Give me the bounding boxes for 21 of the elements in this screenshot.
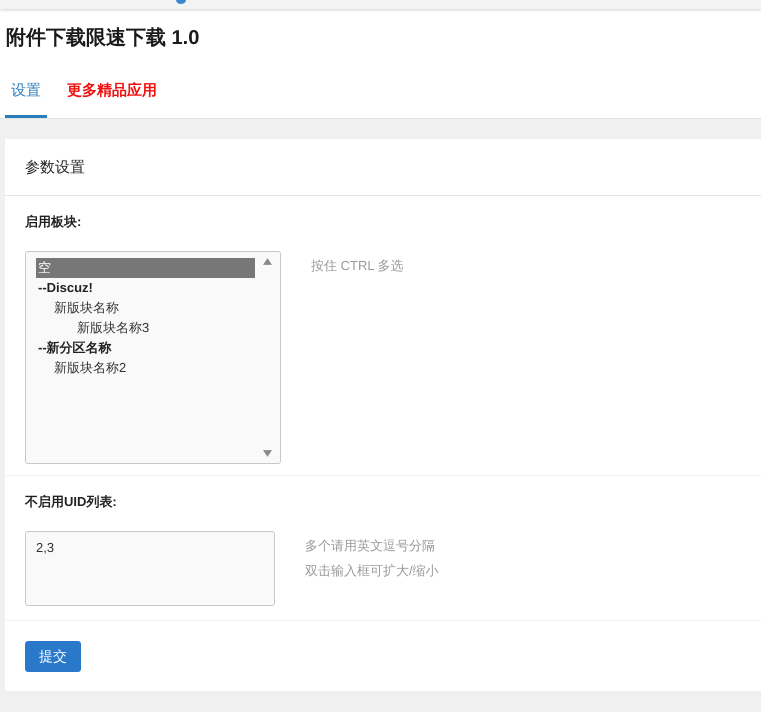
hint-text: 按住 CTRL 多选 xyxy=(311,257,404,275)
uid-textarea[interactable]: 2,3 xyxy=(25,531,275,606)
forum-select[interactable]: 空 --Discuz! 新版块名称 新版块名称3 --新分区名称 新版块名称2 xyxy=(25,251,281,464)
tab[interactable]: 更多精品应用 xyxy=(61,67,163,118)
hint-text: 多个请用英文逗号分隔 xyxy=(305,537,436,555)
field-label: 启用板块: xyxy=(25,213,82,231)
select-option[interactable]: --新分区名称 xyxy=(36,338,255,358)
select-option[interactable]: 新版块名称2 xyxy=(36,358,255,378)
select-option[interactable]: 新版块名称 xyxy=(36,298,255,318)
field-label: 不启用UID列表: xyxy=(25,493,117,511)
select-option[interactable]: 空 xyxy=(36,258,255,278)
select-option[interactable]: --Discuz! xyxy=(36,278,255,298)
hint-text: 双击输入框可扩大/缩小 xyxy=(305,562,439,580)
card-title: 参数设置 xyxy=(25,158,85,176)
tab[interactable]: 设置 xyxy=(5,67,47,118)
scroll-up-icon[interactable] xyxy=(263,258,272,265)
select-option[interactable]: 新版块名称3 xyxy=(36,318,255,338)
scroll-down-icon[interactable] xyxy=(263,450,272,457)
page-title: 附件下载限速下载 1.0 xyxy=(6,26,200,51)
arc-icon xyxy=(176,0,186,4)
submit-button[interactable]: 提交 xyxy=(25,641,81,672)
